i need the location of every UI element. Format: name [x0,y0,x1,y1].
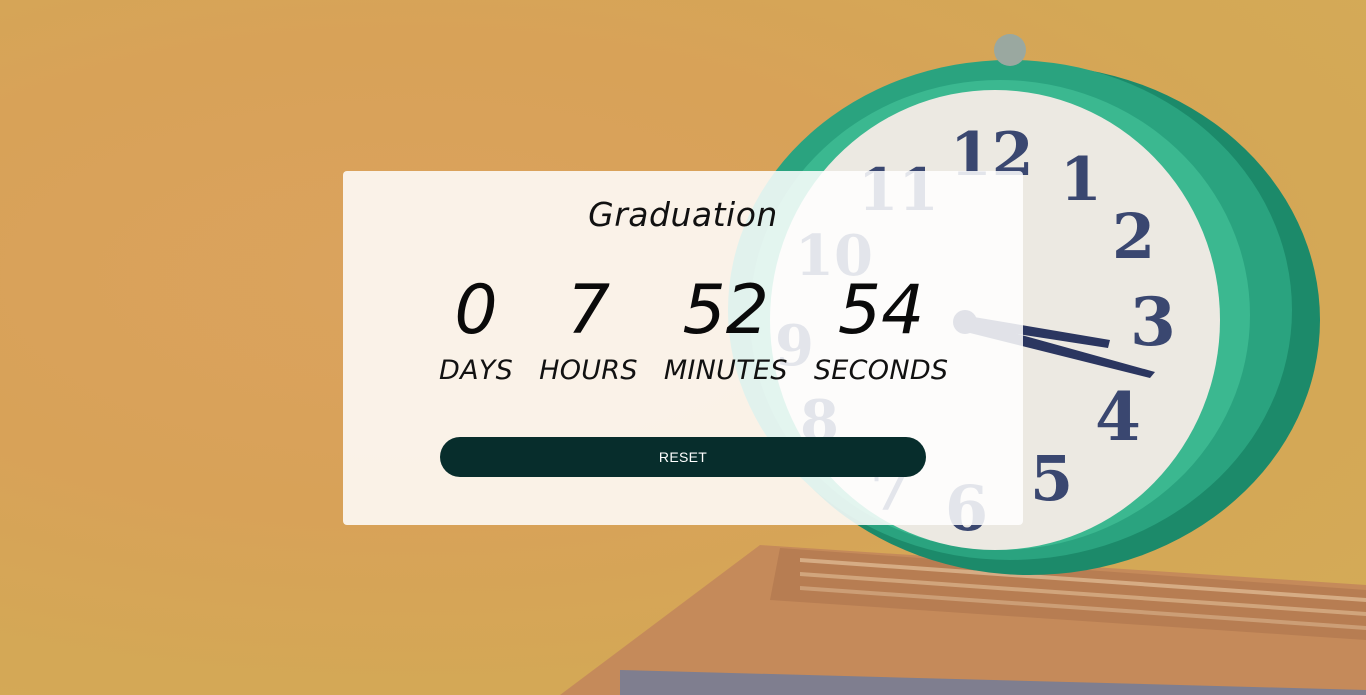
countdown-minutes: 52 MINUTES [664,271,788,389]
countdown-timer: 0 DAYS 7 HOURS 52 MINUTES 54 SECONDS [439,271,948,389]
days-value: 0 [454,271,498,350]
clock-numeral: 1 [1060,145,1102,215]
clock-numeral: 5 [1030,442,1073,515]
days-label: DAYS [439,355,514,386]
countdown-card: Graduation 0 DAYS 7 HOURS 52 MINUTES 54 … [343,171,1023,525]
minutes-value: 52 [682,271,770,350]
countdown-days: 0 DAYS [439,271,513,389]
seconds-label: SECONDS [813,355,949,386]
hours-label: HOURS [539,355,638,386]
clock-numeral: 3 [1130,283,1176,361]
countdown-hours: 7 HOURS [539,271,638,389]
event-title: Graduation [588,195,778,234]
clock-numeral: 4 [1095,378,1141,456]
seconds-value: 54 [837,271,925,350]
clock-numeral: 2 [1112,200,1155,273]
minutes-label: MINUTES [663,355,788,386]
hours-value: 7 [566,271,611,350]
countdown-seconds: 54 SECONDS [814,271,949,389]
reset-button[interactable]: RESET [440,437,926,477]
